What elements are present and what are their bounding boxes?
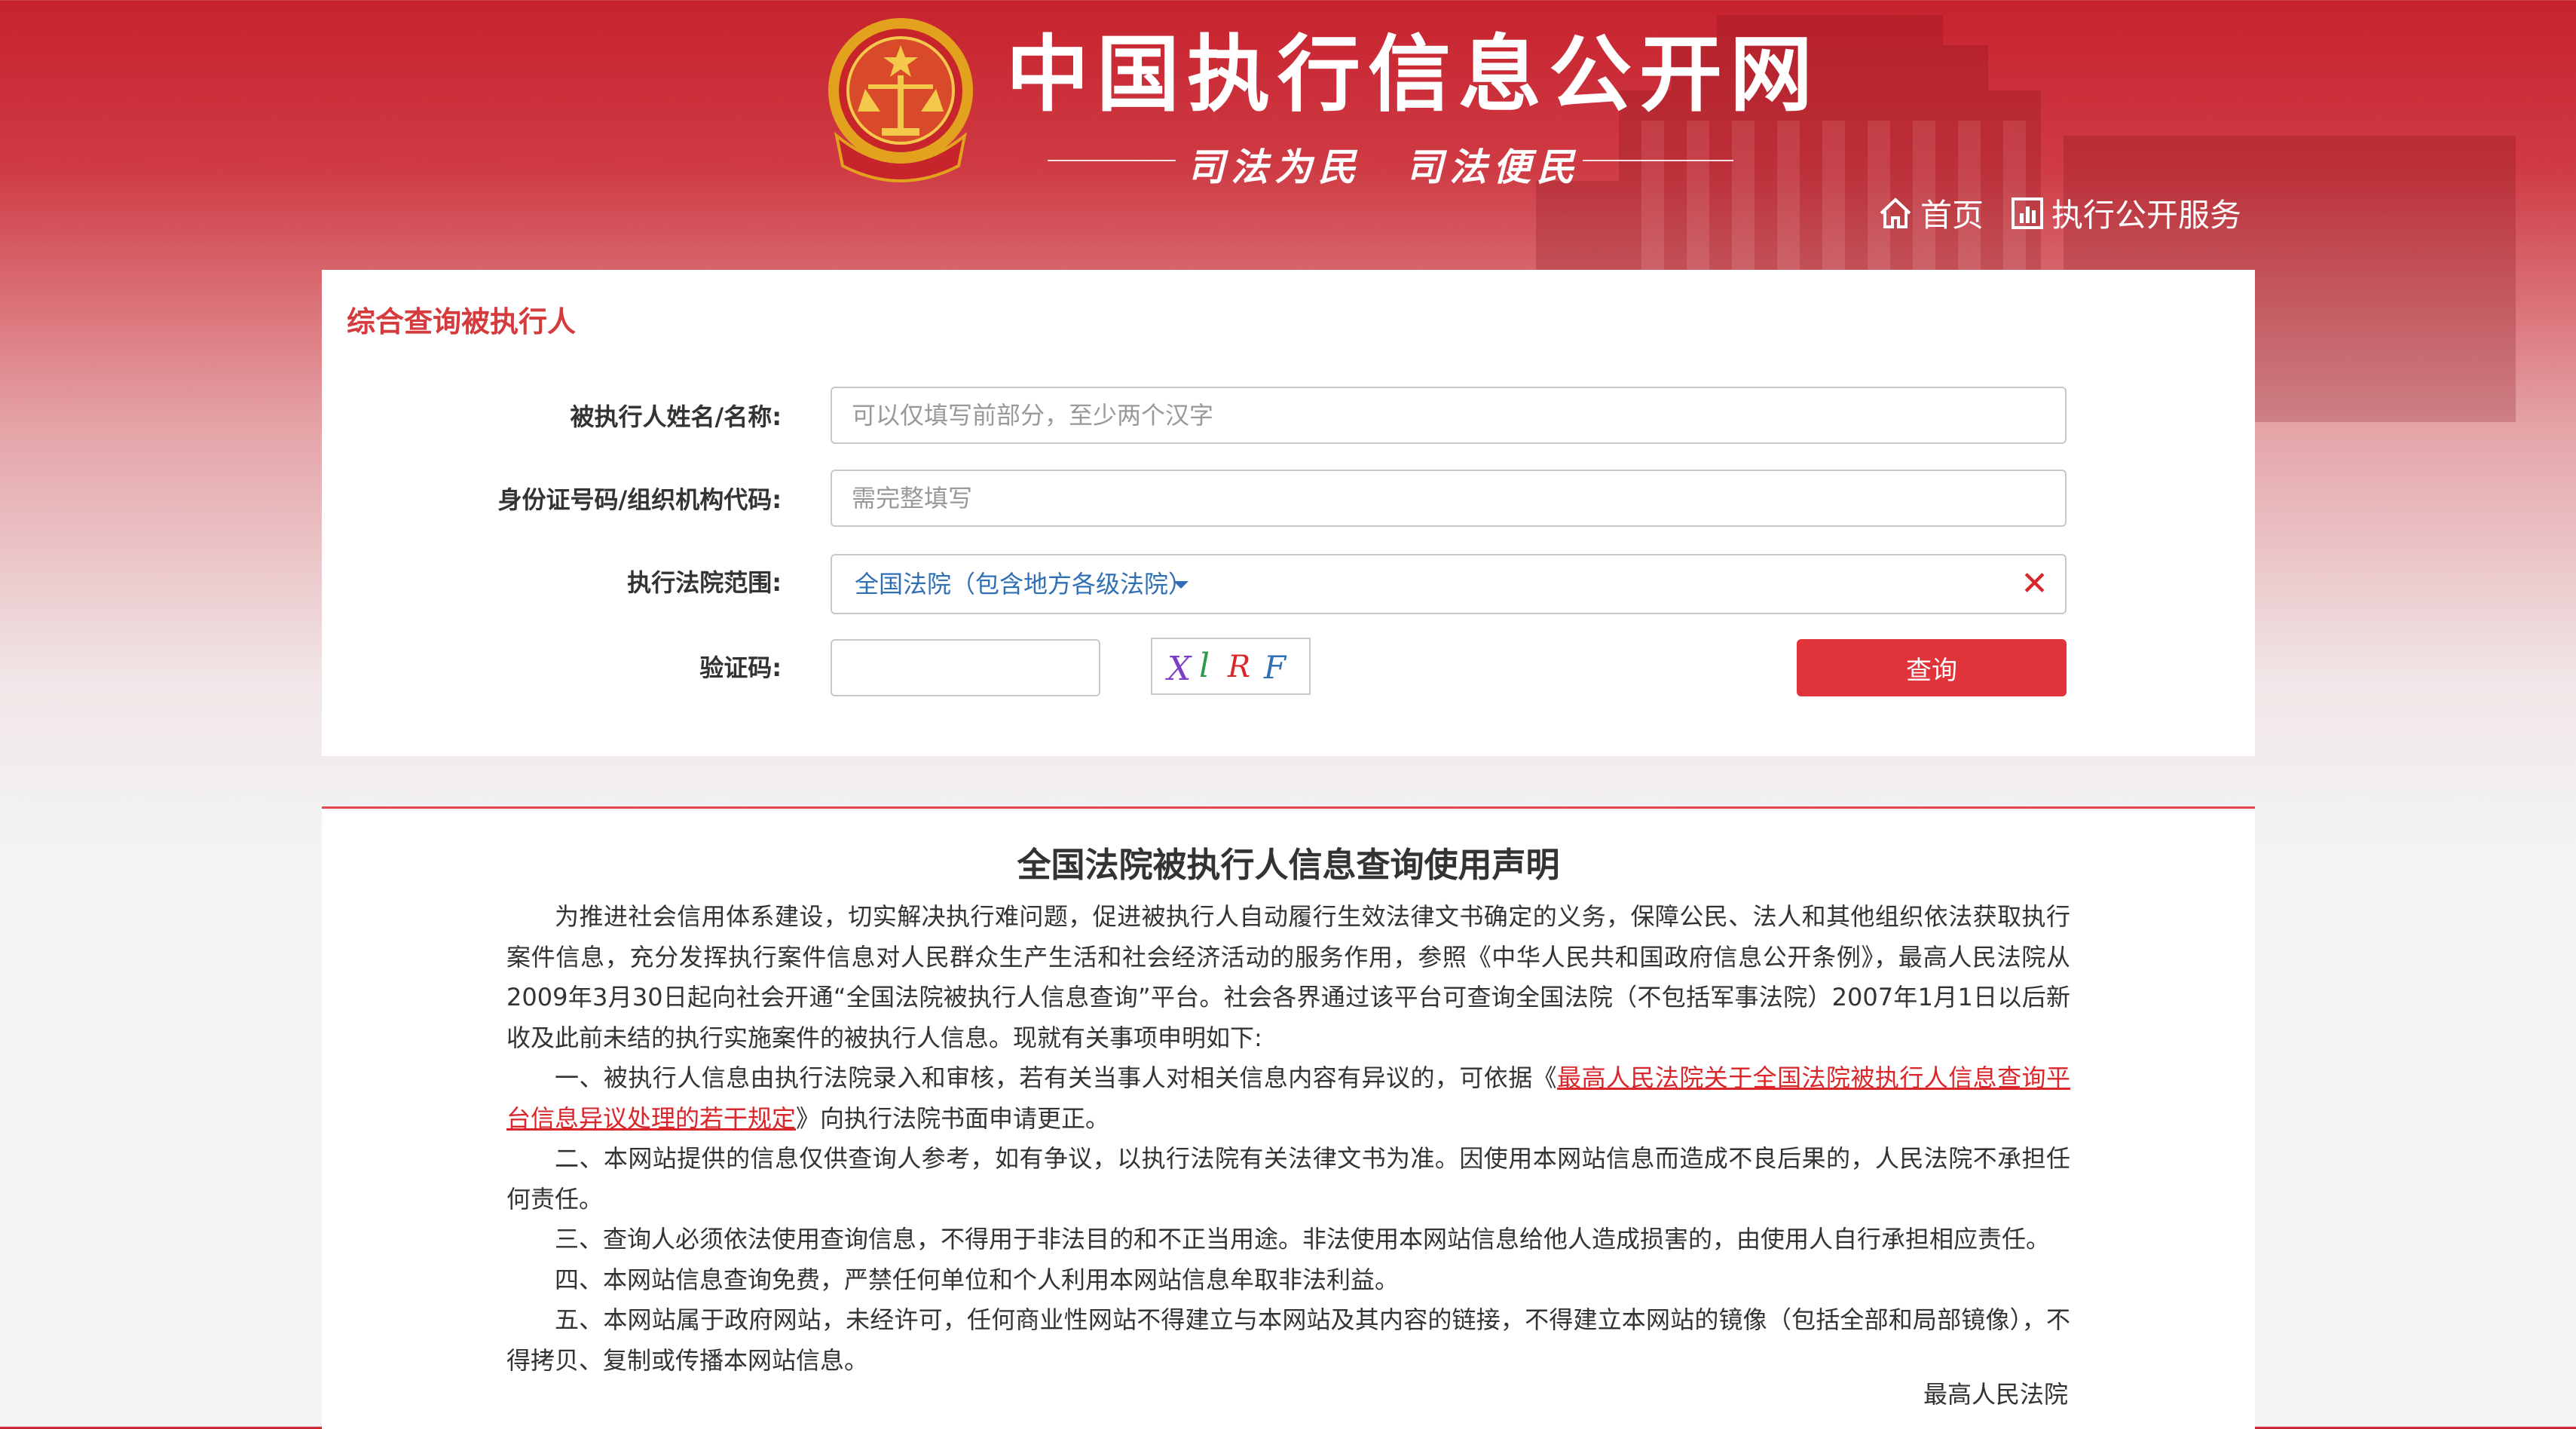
svg-text:F: F [1263, 649, 1287, 686]
item-1-suffix: 》向执行法院书面申请更正。 [796, 1103, 1110, 1133]
chart-icon [2012, 197, 2043, 229]
court-scope-label: 执行法院范围: [627, 568, 782, 597]
nav-home[interactable]: 首页 [1878, 190, 1984, 236]
slogan-line-left [1048, 160, 1176, 161]
id-label: 身份证号码/组织机构代码: [497, 485, 782, 514]
svg-text:X: X [1165, 650, 1192, 688]
site-title: 中国执行信息公开网 [1006, 26, 1820, 123]
home-icon [1880, 197, 1911, 228]
search-panel: 综合查询被执行人 被执行人姓名/名称: 身份证号码/组织机构代码: 执行法院范围… [322, 270, 2255, 756]
declaration-intro: 为推进社会信用体系建设，切实解决执行难问题，促进被执行人自动履行生效法律文书确定… [506, 902, 2070, 1052]
svg-text:R: R [1227, 650, 1250, 684]
close-icon[interactable]: ✕ [2021, 555, 2048, 613]
court-scope-value: 全国法院（包含地方各级法院） [855, 570, 1193, 598]
query-button[interactable]: 查询 [1797, 639, 2067, 696]
captcha-input[interactable] [831, 639, 1100, 696]
captcha-label: 验证码: [699, 653, 782, 682]
usage-declaration: 全国法院被执行人信息查询使用声明 为推进社会信用体系建设，切实解决执行难问题，促… [322, 806, 2255, 1429]
id-number-input[interactable] [831, 470, 2067, 527]
captcha-image[interactable]: X l R F [1151, 638, 1311, 695]
svg-text:l: l [1199, 647, 1210, 685]
slogan-line-right [1583, 160, 1733, 161]
name-label: 被执行人姓名/名称: [570, 402, 782, 431]
name-input[interactable] [831, 387, 2067, 444]
declaration-item-4: 四、本网站信息查询免费，严禁任何单位和个人利用本网站信息牟取非法利益。 [555, 1265, 1400, 1294]
declaration-item-1: 一、被执行人信息由执行法院录入和审核，若有关当事人对相关信息内容有异议的，可依据… [506, 1058, 2070, 1139]
search-panel-title: 综合查询被执行人 [347, 305, 577, 338]
nav-execution-services[interactable]: 执行公开服务 [2011, 190, 2241, 236]
item-1-prefix: 一、被执行人信息由执行法院录入和审核，若有关当事人对相关信息内容有异议的，可依据… [555, 1063, 1558, 1092]
declaration-item-3: 三、查询人必须依法使用查询信息，不得用于非法目的和不正当用途。非法使用本网站信息… [555, 1225, 2051, 1253]
nav-home-label: 首页 [1920, 197, 1984, 234]
declaration-item-2: 二、本网站提供的信息仅供查询人参考，如有争议，以执行法院有关法律文书为准。因使用… [506, 1144, 2070, 1213]
court-scope-select[interactable]: 全国法院（包含地方各级法院） ✕ [831, 554, 2067, 614]
court-emblem-logo [828, 18, 973, 182]
declaration-body: 为推进社会信用体系建设，切实解决执行难问题，促进被执行人自动履行生效法律文书确定… [506, 897, 2070, 1381]
declaration-item-5: 五、本网站属于政府网站，未经许可，任何商业性网站不得建立与本网站及其内容的链接，… [506, 1305, 2070, 1375]
captcha-glyphs: X l R F [1165, 647, 1287, 688]
site-slogan: 司法为民 司法便民 [1187, 145, 1580, 189]
nav-execution-services-label: 执行公开服务 [2051, 197, 2242, 234]
declaration-signature: 最高人民法院 [1923, 1380, 2068, 1409]
chevron-down-icon[interactable] [1173, 581, 1189, 589]
declaration-title: 全国法院被执行人信息查询使用声明 [1017, 845, 1560, 885]
